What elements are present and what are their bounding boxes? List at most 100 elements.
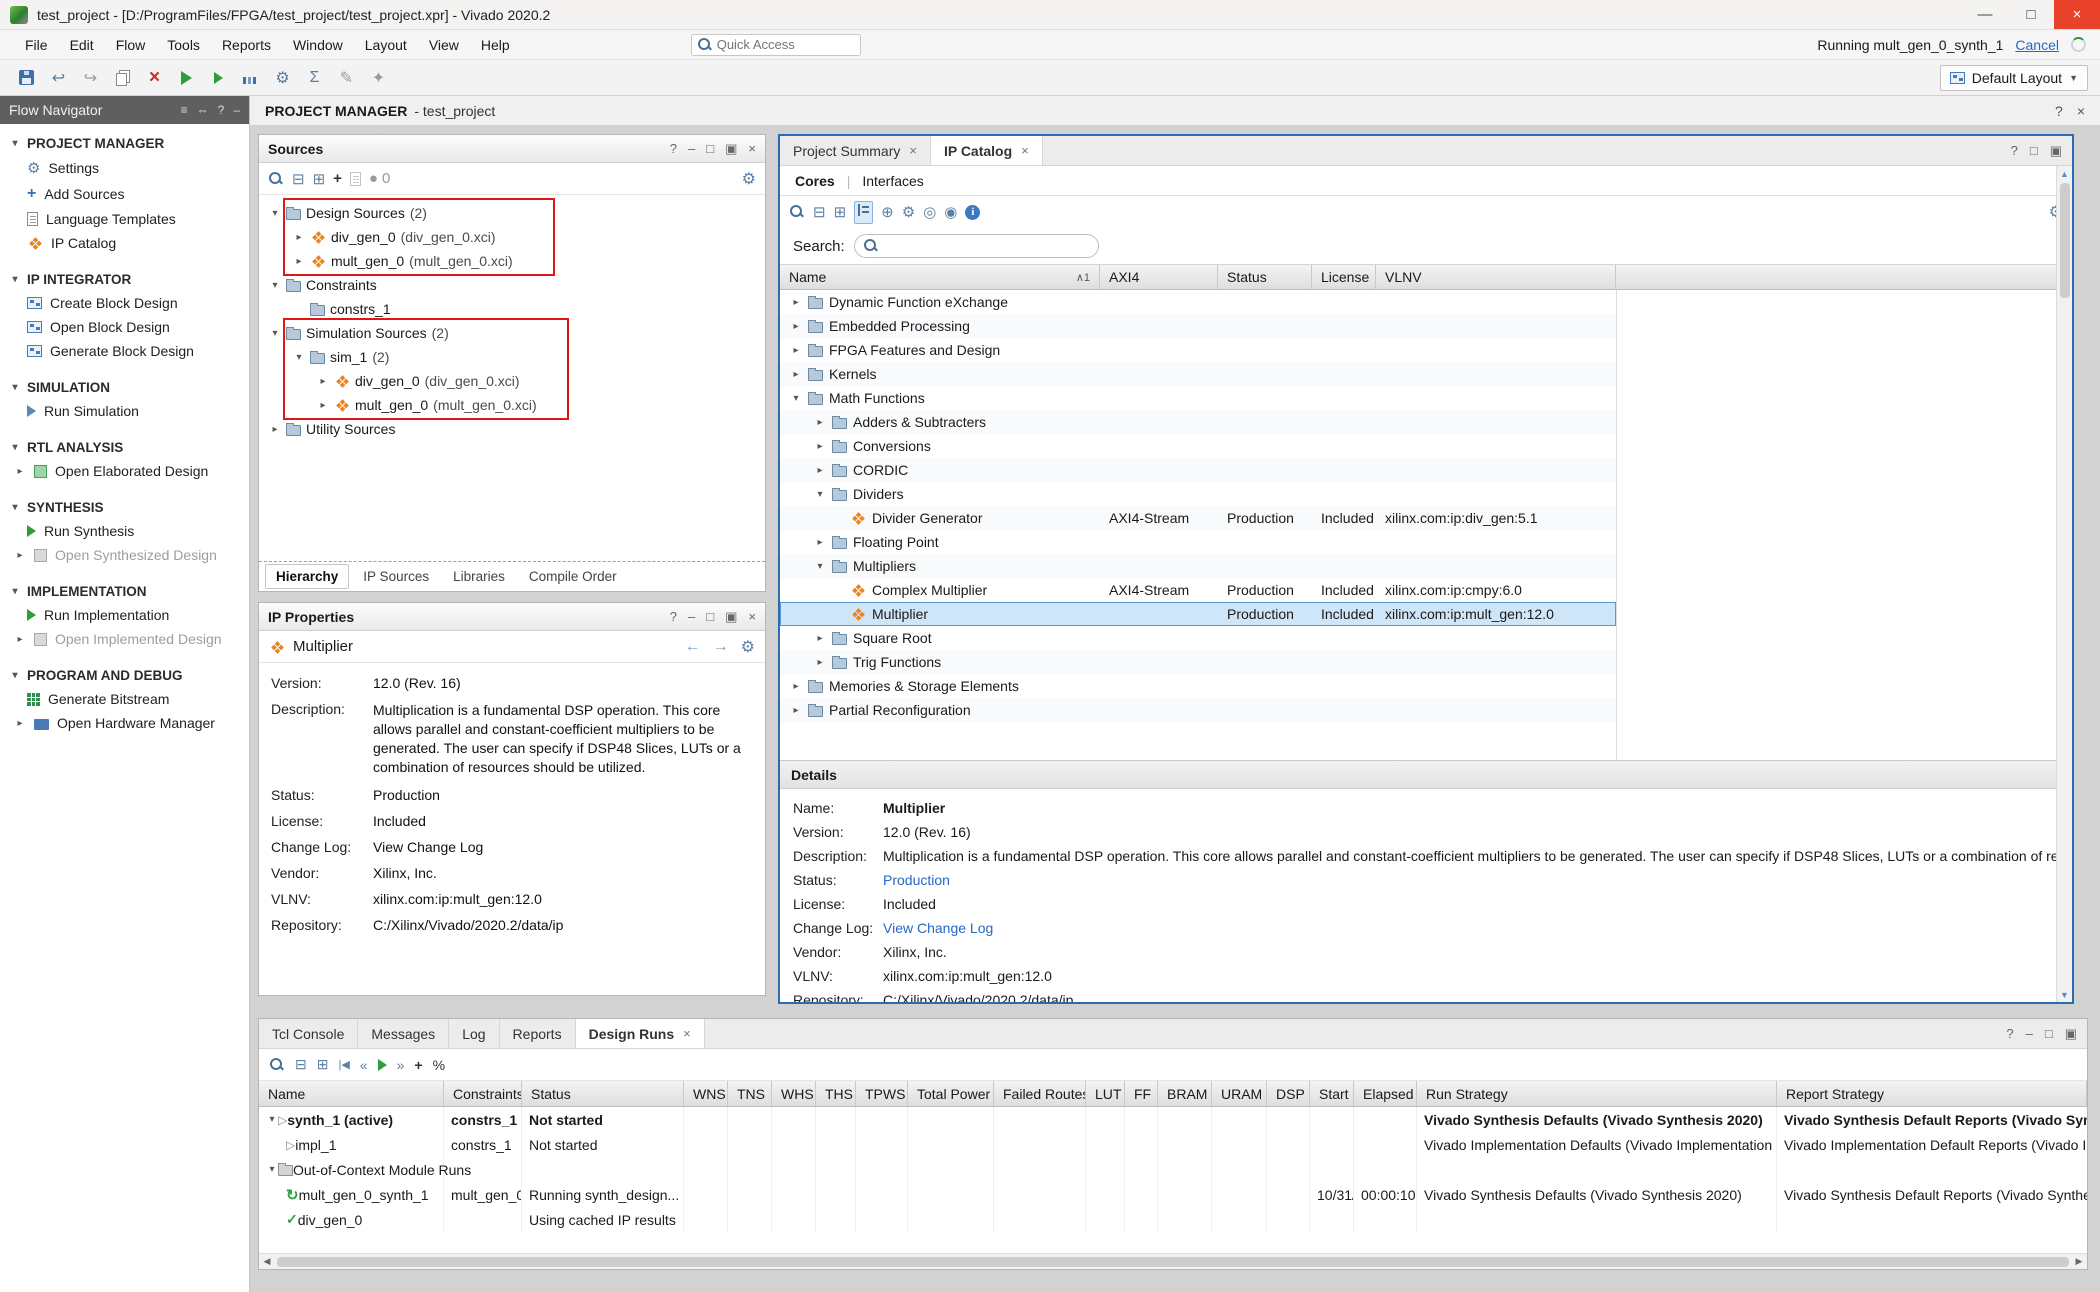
sidebar-item-ip-catalog[interactable]: IP Catalog [0,231,249,255]
step-back-icon[interactable]: « [360,1057,368,1073]
catalog-row-complex-multiplier[interactable]: Complex MultiplierAXI4-StreamProductionI… [780,578,1616,602]
add-sources-icon[interactable]: + [333,170,342,187]
chevron-right-icon[interactable]: ▸ [317,376,329,387]
edit-button[interactable]: ✎ [332,64,361,92]
chevron-down-icon[interactable]: ▾ [269,280,281,291]
tab-compile-order[interactable]: Compile Order [519,565,627,588]
tree-row-constrs-1[interactable]: ▸constrs_1 [259,297,765,321]
quick-access-input[interactable] [717,37,827,52]
maximize-panel-icon[interactable]: □ [2045,1026,2053,1041]
column-header-status[interactable]: Status [522,1081,684,1106]
close-tab-icon[interactable]: × [683,1026,691,1041]
add-ip-icon[interactable]: ⊕ [881,203,894,221]
column-header-tpws[interactable]: TPWS [856,1081,908,1106]
sidebar-item-run-implementation[interactable]: Run Implementation [0,603,249,627]
chevron-down-icon[interactable]: ▾ [266,1114,278,1125]
ip-search-input[interactable] [884,239,1090,254]
sidebar-item-open-block-design[interactable]: Open Block Design [0,315,249,339]
tree-row-sim-div-gen[interactable]: ▸div_gen_0 (div_gen_0.xci) [259,369,765,393]
redo-button[interactable]: ↪ [76,64,105,92]
info-icon[interactable]: i [965,205,980,220]
catalog-row[interactable]: ▸Floating Point [780,530,1616,554]
group-by-hierarchy-toggle[interactable] [854,201,873,224]
tree-row-sim-mult-gen[interactable]: ▸mult_gen_0 (mult_gen_0.xci) [259,393,765,417]
vertical-scrollbar[interactable]: ▲ ▼ [2056,166,2072,1002]
sidebar-item-language-templates[interactable]: Language Templates [0,207,249,231]
column-header-tns[interactable]: TNS [728,1081,772,1106]
search-icon[interactable] [789,204,805,220]
menu-file[interactable]: File [14,30,59,59]
column-header-wns[interactable]: WNS [684,1081,728,1106]
close-panel-icon[interactable]: × [748,141,756,157]
menu-tools[interactable]: Tools [156,30,211,59]
sidebar-item-open-implemented-design[interactable]: ▸Open Implemented Design [0,627,249,651]
report-button[interactable] [236,64,265,92]
close-tab-icon[interactable]: × [909,143,917,158]
tab-project-summary[interactable]: Project Summary × [780,136,931,165]
chevron-down-icon[interactable]: ▾ [814,561,826,572]
column-header-lut[interactable]: LUT [1086,1081,1125,1106]
expand-all-icon[interactable]: ⊞ [317,1056,329,1073]
catalog-row[interactable]: ▸Partial Reconfiguration [780,698,1616,722]
maximize-panel-icon[interactable]: □ [706,141,714,157]
float-panel-icon[interactable]: ▣ [725,141,737,157]
catalog-row[interactable]: ▸Kernels [780,362,1616,386]
sidebar-item-open-elaborated-design[interactable]: ▸Open Elaborated Design [0,459,249,483]
sidebar-item-generate-bitstream[interactable]: Generate Bitstream [0,687,249,711]
float-panel-icon[interactable]: ▣ [2065,1026,2077,1042]
cancel-task-button[interactable]: × [140,64,169,92]
flownav-section-header[interactable]: ▾ PROJECT MANAGER [0,132,249,155]
sidebar-item-create-block-design[interactable]: Create Block Design [0,291,249,315]
sidebar-item-run-simulation[interactable]: Run Simulation [0,399,249,423]
message-filter-badge[interactable]: ● 0 [369,170,390,187]
flownav-section-header[interactable]: ▾ SYNTHESIS [0,496,249,519]
column-header-start[interactable]: Start [1310,1081,1354,1106]
chevron-right-icon[interactable]: ▸ [790,705,802,716]
maximize-window-button[interactable]: □ [2008,0,2054,29]
copy-button[interactable] [108,64,137,92]
step-forward-icon[interactable]: » [397,1057,405,1073]
sidebar-item-open-synthesized-design[interactable]: ▸Open Synthesized Design [0,543,249,567]
tree-row-design-sources[interactable]: ▾Design Sources (2) [259,201,765,225]
catalog-row[interactable]: ▸CORDIC [780,458,1616,482]
menu-window[interactable]: Window [282,30,354,59]
tab-libraries[interactable]: Libraries [443,565,515,588]
horizontal-scrollbar[interactable]: ◀ ▶ [259,1253,2087,1269]
help-icon[interactable]: ? [218,103,225,117]
menu-help[interactable]: Help [470,30,521,59]
search-icon[interactable] [269,1057,285,1073]
run-row-div-gen[interactable]: ✓div_gen_0 Using cached IP results [259,1207,2087,1232]
catalog-row[interactable]: ▸Memories & Storage Elements [780,674,1616,698]
forward-icon[interactable]: → [713,638,729,656]
column-header-ths[interactable]: THS [816,1081,856,1106]
close-panel-icon[interactable]: × [748,609,756,625]
chevron-right-icon[interactable]: ▸ [790,369,802,380]
step-button[interactable] [204,64,233,92]
tree-row-utility-sources[interactable]: ▸Utility Sources [259,417,765,441]
expand-all-icon[interactable]: ⊞ [313,170,326,188]
tree-row-div-gen[interactable]: ▸div_gen_0 (div_gen_0.xci) [259,225,765,249]
menu-reports[interactable]: Reports [211,30,282,59]
chevron-right-icon[interactable]: ▸ [814,417,826,428]
sidebar-item-run-synthesis[interactable]: Run Synthesis [0,519,249,543]
chevron-down-icon[interactable]: ▾ [269,208,281,219]
tab-messages[interactable]: Messages [358,1019,449,1048]
flownav-section-header[interactable]: ▾ PROGRAM AND DEBUG [0,664,249,687]
collapse-all-icon[interactable]: ⊟ [292,170,305,188]
catalog-row[interactable]: ▾Math Functions [780,386,1616,410]
undo-button[interactable]: ↩ [44,64,73,92]
subtab-cores[interactable]: Cores [795,173,835,189]
create-run-icon[interactable]: + [414,1057,422,1073]
back-icon[interactable]: ← [685,638,701,656]
cancel-run-link[interactable]: Cancel [2015,37,2059,53]
chevron-right-icon[interactable]: ▸ [293,256,305,267]
chevron-right-icon[interactable]: ▸ [14,718,26,729]
scroll-down-icon[interactable]: ▼ [2060,987,2069,1002]
run-row-impl-1[interactable]: ▷impl_1 constrs_1 Not started Vivado Imp… [259,1132,2087,1157]
column-header-axi4[interactable]: AXI4 [1100,265,1218,289]
chevron-right-icon[interactable]: ▸ [269,424,281,435]
tree-row-mult-gen[interactable]: ▸mult_gen_0 (mult_gen_0.xci) [259,249,765,273]
flownav-section-header[interactable]: ▾ RTL ANALYSIS [0,436,249,459]
tab-tcl-console[interactable]: Tcl Console [259,1019,358,1048]
chevron-right-icon[interactable]: ▸ [790,681,802,692]
